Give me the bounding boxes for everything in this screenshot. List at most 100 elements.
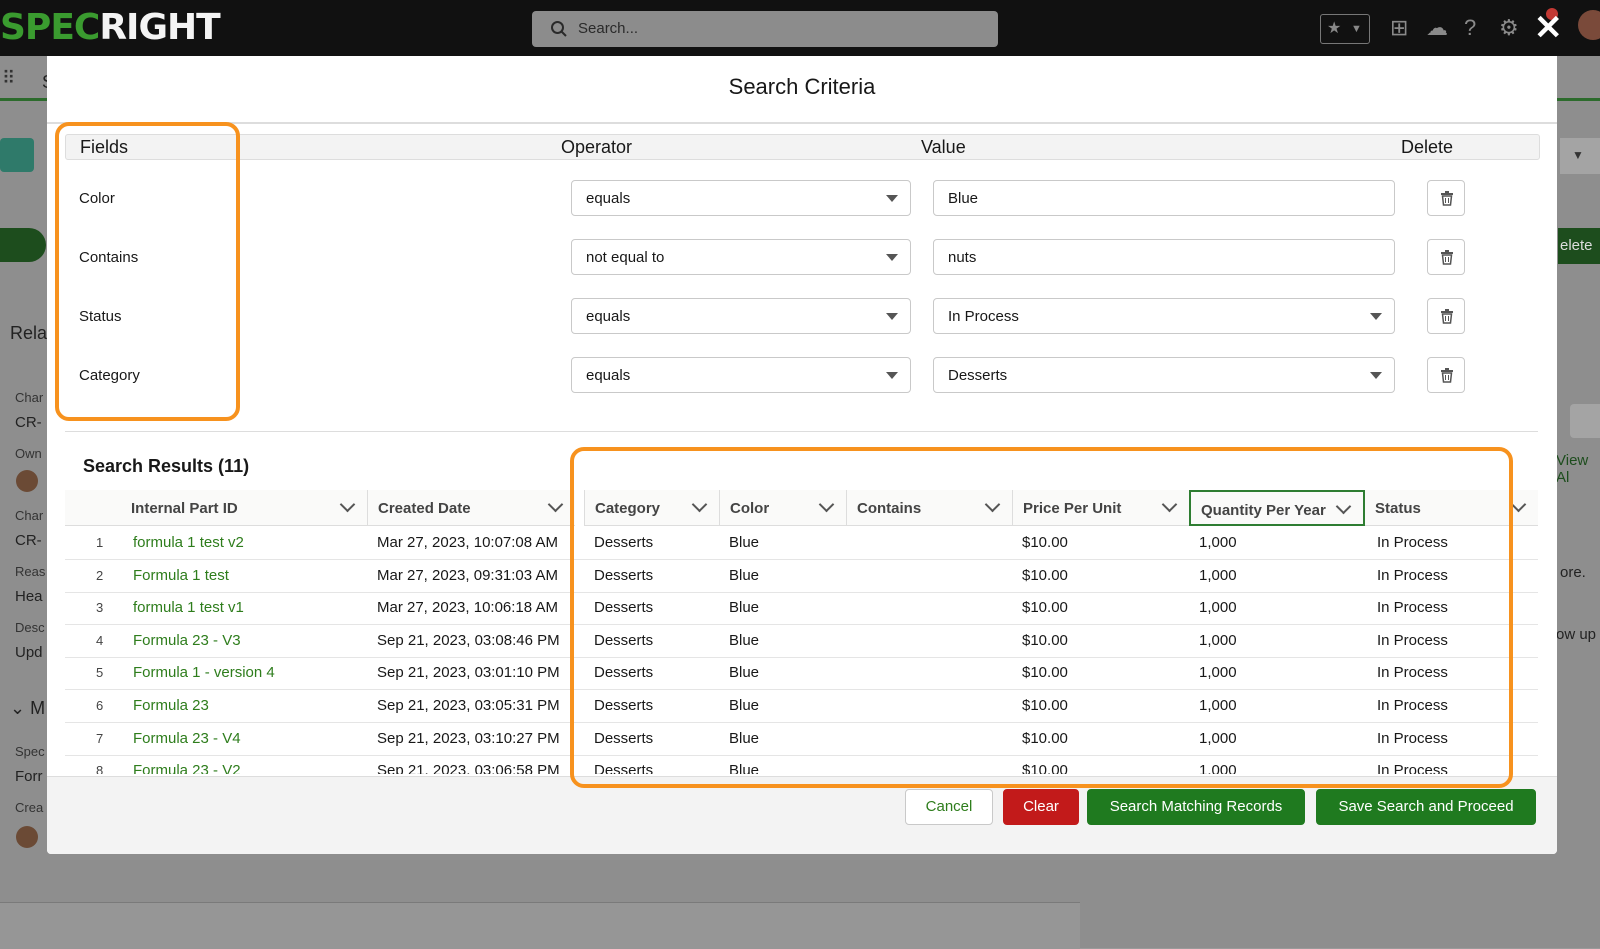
bg-field-label: Desc — [15, 620, 45, 635]
delete-criteria-button[interactable] — [1427, 180, 1465, 216]
chevron-down-icon — [886, 372, 898, 379]
bg-text: ore. — [1560, 564, 1586, 581]
cell-n: 2 — [96, 567, 104, 583]
cell-n: 6 — [96, 698, 104, 713]
avatar — [16, 826, 38, 848]
bg-text: ow up — [1556, 626, 1597, 643]
cell-id[interactable]: formula 1 test v2 — [133, 534, 244, 551]
bg-field-label: Char — [15, 390, 44, 405]
bg-field-value: CR- — [15, 414, 42, 431]
cell-id[interactable]: Formula 1 test — [133, 567, 229, 584]
bg-field-value: Hea — [15, 588, 43, 605]
operator-header: Operator — [561, 137, 633, 157]
highlight-box-fields — [55, 122, 240, 421]
value-select-status[interactable]: In Process — [933, 298, 1395, 334]
delete-criteria-button[interactable] — [1427, 357, 1465, 393]
cell-n: 1 — [96, 535, 104, 550]
cell-n: 3 — [96, 600, 104, 616]
cell-created: Mar 27, 2023, 10:07:08 AM — [377, 534, 558, 551]
operator-select-category[interactable]: equals — [571, 357, 911, 393]
cell-id[interactable]: Formula 23 — [133, 697, 209, 714]
cell-id[interactable]: Formula 23 - V4 — [133, 730, 241, 747]
avatar[interactable] — [1578, 10, 1600, 40]
section-toggle[interactable]: ⌄ M — [10, 698, 45, 719]
gear-icon[interactable]: ⚙ — [1499, 14, 1519, 42]
delete-header: Delete — [1401, 137, 1454, 157]
global-search-input[interactable]: Search... — [532, 11, 998, 47]
cell-created: Sep 21, 2023, 03:05:31 PM — [377, 697, 560, 714]
delete-criteria-button[interactable] — [1427, 298, 1465, 334]
column-header-internal-part-id[interactable]: Internal Part ID — [121, 490, 367, 526]
background-button[interactable] — [0, 228, 46, 262]
bg-dropdown[interactable]: ▼ — [1560, 138, 1600, 174]
chevron-down-icon — [886, 254, 898, 261]
trash-icon — [1441, 368, 1453, 383]
cloud-icon[interactable]: ☁ — [1426, 14, 1448, 42]
favorites-button[interactable]: ★ ▼ — [1320, 14, 1370, 44]
cell-created: Sep 21, 2023, 03:01:10 PM — [377, 664, 560, 682]
bg-field-label: Char — [15, 508, 44, 523]
bg-field-label: Reas — [15, 564, 46, 579]
cell-n: 4 — [96, 632, 104, 648]
cell-created: Sep 21, 2023, 03:06:58 PM — [377, 762, 560, 774]
divider — [47, 122, 1557, 124]
close-icon[interactable]: ✕ — [1534, 8, 1563, 48]
operator-value: not equal to — [586, 249, 665, 266]
divider — [65, 431, 1538, 432]
operator-select-contains[interactable]: not equal to — [571, 239, 911, 275]
search-matching-records-button[interactable]: Search Matching Records — [1087, 789, 1305, 825]
modal-footer: Cancel Clear Search Matching Records Sav… — [47, 777, 1557, 854]
chevron-down-icon[interactable] — [339, 496, 356, 513]
cancel-button[interactable]: Cancel — [905, 789, 993, 825]
operator-select-status[interactable]: equals — [571, 298, 911, 334]
operator-value: equals — [586, 367, 631, 384]
cell-n: 5 — [96, 665, 104, 681]
value-selected: In Process — [948, 308, 1019, 325]
value-select-category[interactable]: Desserts — [933, 357, 1395, 393]
save-search-and-proceed-button[interactable]: Save Search and Proceed — [1316, 789, 1536, 825]
plus-icon[interactable]: ⊞ — [1390, 14, 1408, 42]
value-input-color[interactable]: Blue — [933, 180, 1395, 216]
cell-id[interactable]: Formula 23 - V2 — [133, 762, 241, 774]
gear-icon[interactable] — [1570, 404, 1600, 438]
chevron-down-icon[interactable] — [1510, 496, 1527, 513]
highlight-box-results — [570, 447, 1513, 788]
chevron-down-icon[interactable] — [547, 496, 564, 513]
specright-logo[interactable]: SPECRIGHT — [0, 6, 221, 50]
cell-n: 7 — [96, 730, 104, 746]
operator-value: equals — [586, 190, 631, 207]
column-header-created-date[interactable]: Created Date — [367, 490, 575, 526]
help-icon[interactable]: ? — [1464, 14, 1476, 42]
column-label: Internal Part ID — [131, 500, 238, 517]
cell-created: Sep 21, 2023, 03:08:46 PM — [377, 631, 560, 649]
operator-value: equals — [586, 308, 631, 325]
cell-created: Mar 27, 2023, 10:06:18 AM — [377, 599, 558, 617]
chevron-down-icon — [886, 313, 898, 320]
trash-icon — [1441, 191, 1453, 206]
modal-title: Search Criteria — [728, 74, 876, 99]
chevron-down-icon — [1370, 313, 1382, 320]
chevron-down-icon — [886, 195, 898, 202]
criteria-header: Fields Operator Value Delete — [65, 134, 1540, 160]
column-label: Created Date — [378, 500, 471, 517]
value-input-contains[interactable]: nuts — [933, 239, 1395, 275]
delete-criteria-button[interactable] — [1427, 239, 1465, 275]
bg-delete-button[interactable]: elete — [1558, 228, 1600, 264]
clear-button[interactable]: Clear — [1003, 789, 1079, 825]
cell-id[interactable]: Formula 23 - V3 — [133, 632, 241, 649]
cell-id[interactable]: formula 1 test v1 — [133, 599, 244, 616]
related-label: Rela — [10, 323, 48, 343]
trash-icon — [1441, 250, 1453, 265]
cell-created: Mar 27, 2023, 09:31:03 AM — [377, 566, 558, 584]
row-number-header — [65, 490, 121, 526]
app-launcher-icon[interactable]: ⠿ — [2, 68, 15, 89]
view-all-link[interactable]: View Al — [1556, 452, 1600, 486]
bg-field-label: Own — [15, 446, 42, 461]
cell-id[interactable]: Formula 1 - version 4 — [133, 664, 275, 681]
bg-field-value: CR- — [15, 532, 42, 549]
operator-select-color[interactable]: equals — [571, 180, 911, 216]
bg-field-label: Spec — [15, 744, 45, 759]
star-icon: ★ — [1327, 20, 1342, 37]
bg-field-value: Upd — [15, 644, 43, 661]
value-selected: Desserts — [948, 367, 1008, 384]
